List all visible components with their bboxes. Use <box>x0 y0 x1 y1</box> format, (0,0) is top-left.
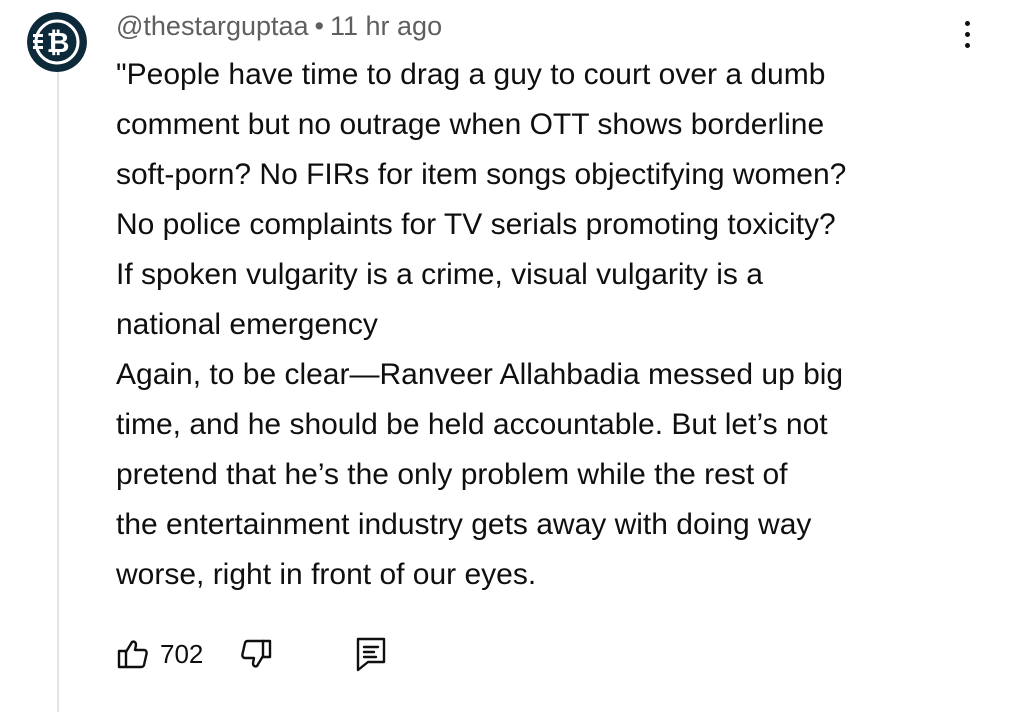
comment-line: No police complaints for TV serials prom… <box>116 208 836 241</box>
comment-line: "People have time to drag a guy to court… <box>116 58 826 91</box>
thumbs-down-icon <box>241 639 272 668</box>
reply-button[interactable] <box>355 636 387 672</box>
comment-line: If spoken vulgarity is a crime, visual v… <box>116 258 763 291</box>
comment-line: pretend that he’s the only problem while… <box>116 458 788 491</box>
avatar[interactable]: ₿ <box>27 12 87 72</box>
dislike-button[interactable] <box>239 637 273 671</box>
comment-line: comment but no outrage when OTT shows bo… <box>116 108 825 141</box>
like-count: 702 <box>160 638 204 669</box>
svg-text:₿: ₿ <box>47 27 70 58</box>
comment-line: Again, to be clear—Ranveer Allahbadia me… <box>116 358 844 391</box>
crypto-coin-logo-icon: ₿ <box>27 12 87 72</box>
comment-card: ₿ @thestarguptaa • 11 hr ago "People have … <box>0 0 1024 712</box>
menu-dot <box>964 31 970 37</box>
thumbs-up-icon <box>117 640 148 669</box>
comment-body: "People have time to drag a guy to court… <box>116 50 996 600</box>
vertical-ellipsis-icon[interactable] <box>950 14 984 54</box>
comment-actions: 702 <box>116 632 387 676</box>
comment-line: national emergency <box>116 308 378 341</box>
menu-dot <box>964 42 970 48</box>
comment-timestamp[interactable]: 11 hr ago <box>330 11 442 41</box>
author-handle[interactable]: @thestarguptaa <box>116 11 309 41</box>
comment-line: time, and he should be held accountable.… <box>116 408 828 441</box>
comment-line: soft-porn? No FIRs for item songs object… <box>116 158 847 191</box>
like-button[interactable]: 702 <box>116 637 203 671</box>
menu-dot <box>964 20 970 26</box>
comment-meta: @thestarguptaa • 11 hr ago <box>116 10 442 42</box>
comment-line: worse, right in front of our eyes. <box>116 558 537 591</box>
thread-line <box>57 72 59 712</box>
meta-separator: • <box>314 11 324 41</box>
reply-comment-icon <box>357 637 386 672</box>
comment-line: the entertainment industry gets away wit… <box>116 508 812 541</box>
